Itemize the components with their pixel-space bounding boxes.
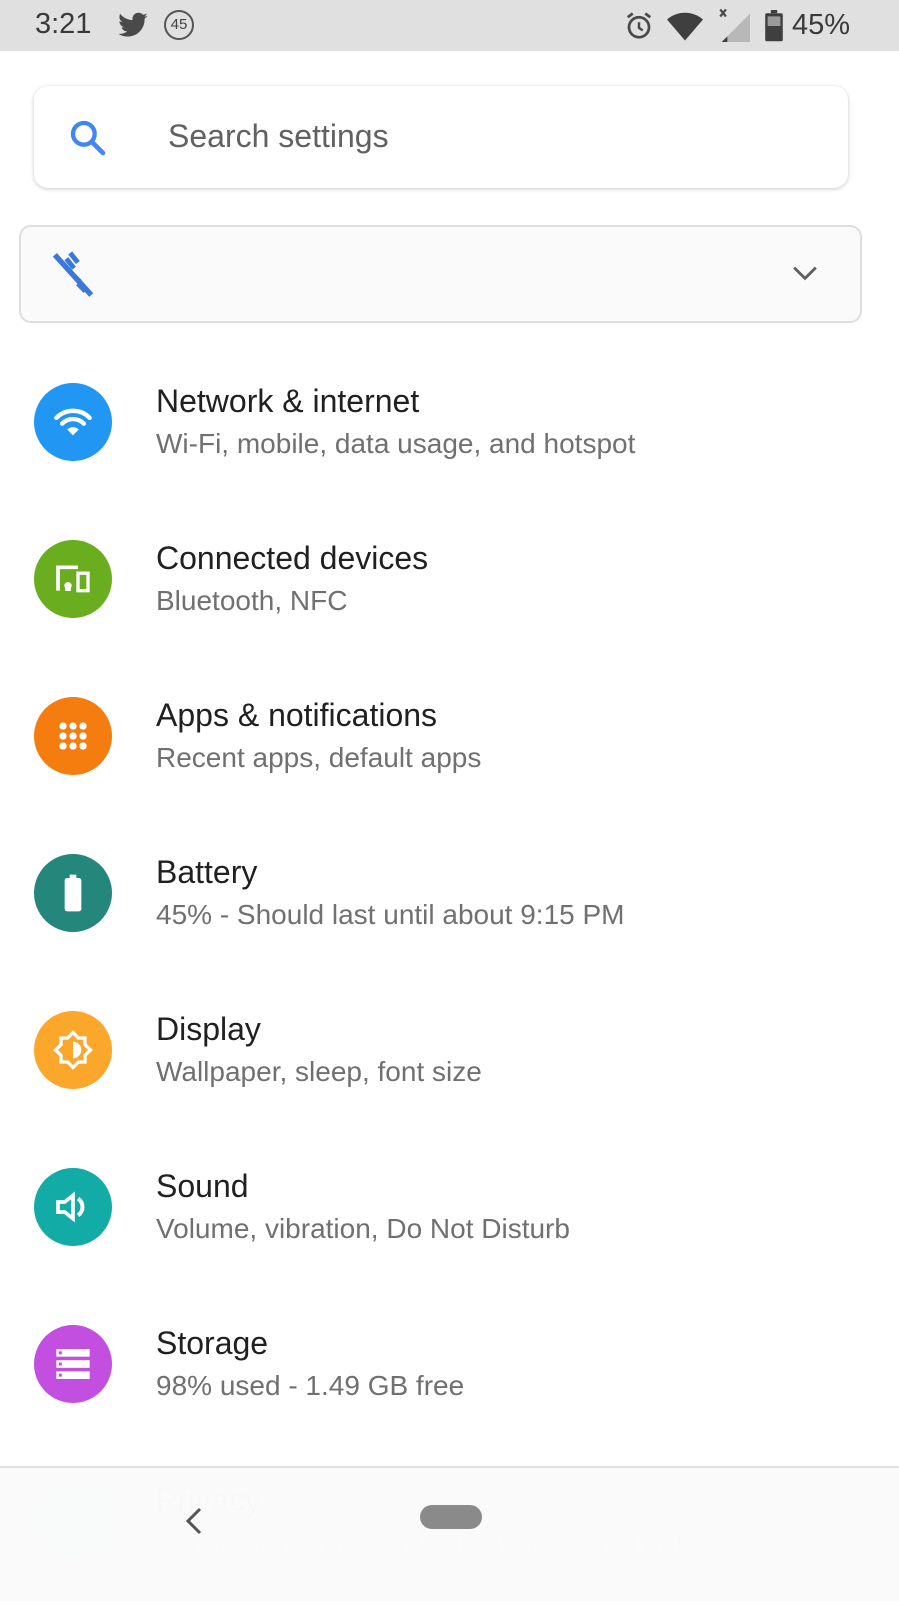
search-icon: [70, 120, 106, 156]
badge-45-icon: 45: [164, 10, 194, 40]
item-subtitle: Bluetooth, NFC: [156, 585, 348, 616]
alarm-icon: [626, 12, 652, 39]
wifi-icon: [54, 408, 92, 436]
apps-grid-icon: [59, 722, 87, 750]
wifi-icon: [667, 12, 703, 41]
item-title: Connected devices: [156, 540, 429, 576]
sound-icon-badge: [34, 1168, 112, 1246]
search-placeholder: Search settings: [168, 118, 389, 154]
item-title: Apps & notifications: [156, 697, 438, 733]
settings-item-sound[interactable]: Sound Volume, vibration, Do Not Disturb: [0, 1137, 899, 1294]
status-time: 3:21: [35, 8, 92, 40]
item-title: Sound: [156, 1168, 249, 1204]
sync-disabled-card[interactable]: [19, 225, 862, 323]
battery-icon: [765, 10, 783, 42]
badge-count: 45: [170, 16, 188, 33]
cellular-no-data-icon: [719, 8, 750, 42]
battery-icon-badge: [34, 854, 112, 932]
storage-icon-badge: [34, 1325, 112, 1403]
search-settings-bar[interactable]: Search settings: [34, 86, 848, 188]
network-icon-badge: [34, 383, 112, 461]
home-pill-icon[interactable]: [420, 1505, 482, 1529]
battery-icon: [64, 874, 82, 912]
item-title: Battery: [156, 854, 258, 890]
back-icon[interactable]: [184, 1506, 204, 1536]
item-title: Network & internet: [156, 383, 420, 419]
item-title: Display: [156, 1011, 261, 1047]
settings-item-storage[interactable]: Storage 98% used - 1.49 GB free: [0, 1294, 899, 1451]
item-subtitle: Volume, vibration, Do Not Disturb: [156, 1213, 570, 1244]
devices-icon: [56, 565, 90, 593]
item-title: Storage: [156, 1325, 269, 1361]
brightness-icon: [53, 1030, 93, 1070]
sync-disabled-icon: [52, 251, 94, 297]
settings-item-connected-devices[interactable]: Connected devices Bluetooth, NFC: [0, 509, 899, 666]
navigation-bar: [0, 1466, 899, 1601]
apps-icon-badge: [34, 697, 112, 775]
battery-percent: 45%: [792, 9, 851, 41]
item-subtitle: 45% - Should last until about 9:15 PM: [156, 899, 625, 930]
twitter-icon: [118, 12, 148, 37]
devices-icon-badge: [34, 540, 112, 618]
display-icon-badge: [34, 1011, 112, 1089]
settings-item-apps[interactable]: Apps & notifications Recent apps, defaul…: [0, 666, 899, 823]
item-subtitle: Recent apps, default apps: [156, 742, 482, 773]
settings-item-display[interactable]: Display Wallpaper, sleep, font size: [0, 980, 899, 1137]
item-subtitle: 98% used - 1.49 GB free: [156, 1370, 465, 1401]
status-bar: 3:21 45 45%: [0, 0, 899, 51]
storage-icon: [56, 1349, 90, 1379]
item-subtitle: Wallpaper, sleep, font size: [156, 1056, 482, 1087]
settings-item-network[interactable]: Network & internet Wi-Fi, mobile, data u…: [0, 352, 899, 509]
chevron-down-icon[interactable]: [792, 263, 818, 283]
item-subtitle: Wi-Fi, mobile, data usage, and hotspot: [156, 428, 636, 459]
settings-item-battery[interactable]: Battery 45% - Should last until about 9:…: [0, 823, 899, 980]
volume-icon: [56, 1191, 85, 1223]
